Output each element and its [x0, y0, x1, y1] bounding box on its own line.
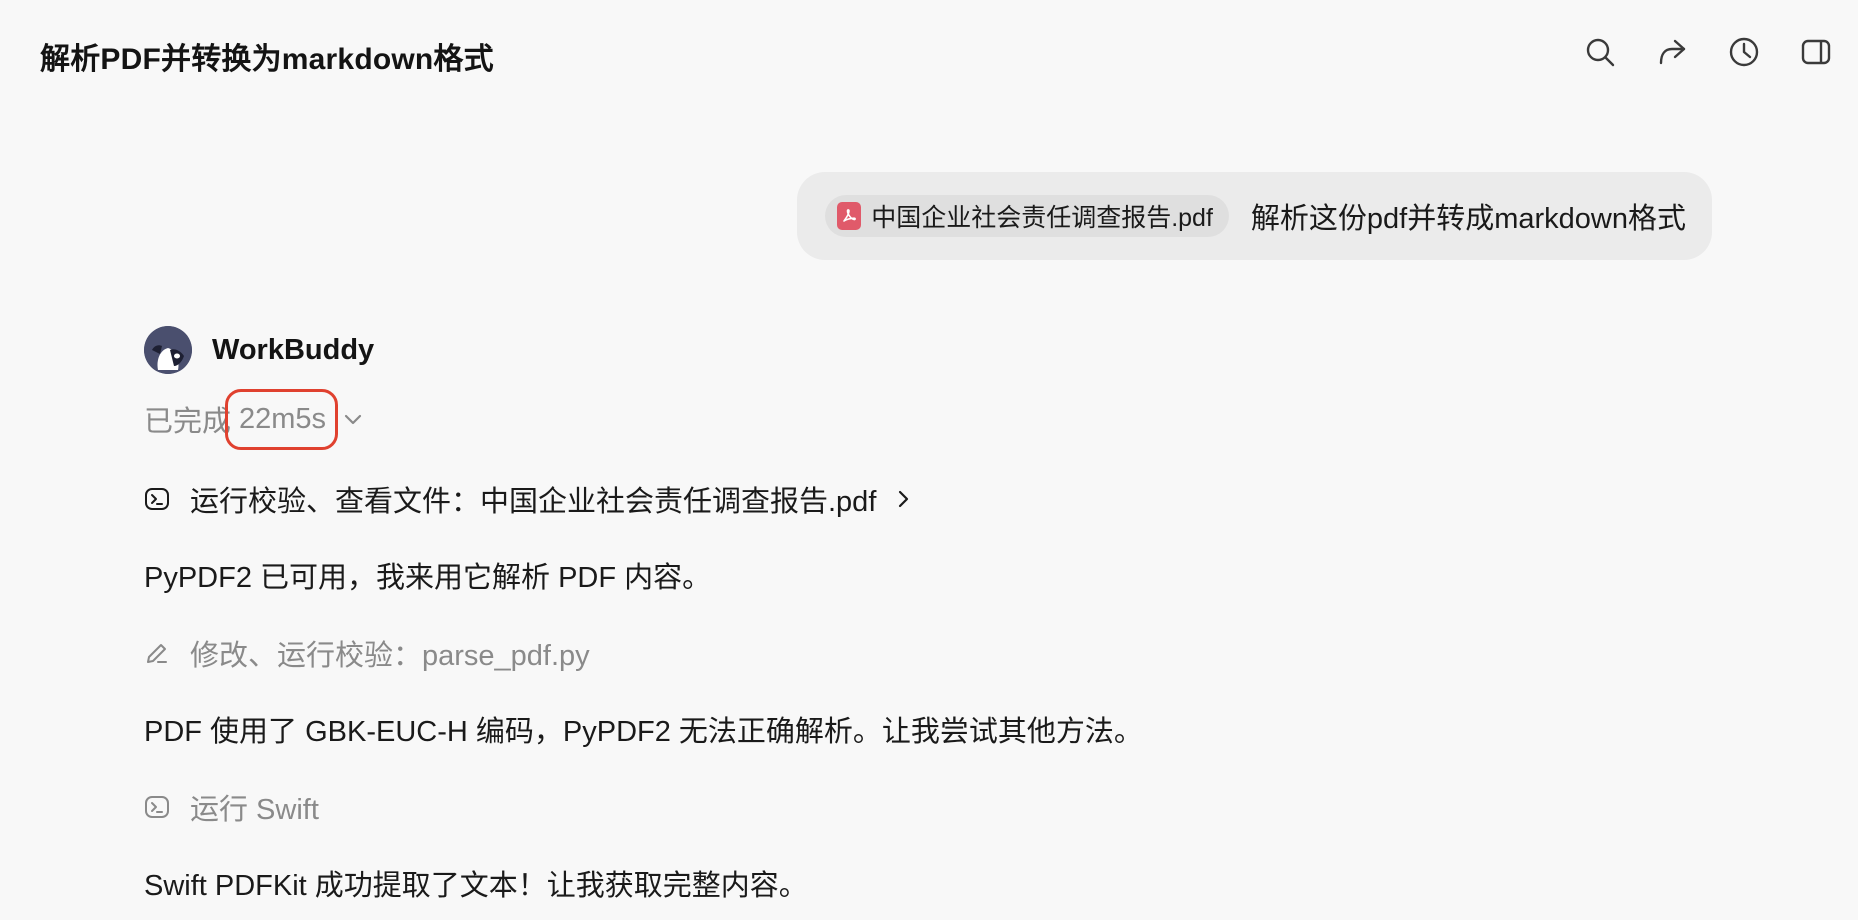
share-icon [1659, 39, 1686, 65]
completion-status: 已完成 22m5s [144, 388, 364, 450]
duration-value: 22m5s [225, 388, 339, 450]
assistant-paragraph: PDF 使用了 GBK-EUC-H 编码，PyPDF2 无法正确解析。让我尝试其… [144, 716, 1143, 748]
history-button[interactable] [1726, 34, 1762, 70]
search-button[interactable] [1582, 34, 1618, 70]
pencil-icon [144, 640, 170, 666]
share-button[interactable] [1654, 34, 1690, 70]
duration-text: 22m5s [239, 402, 327, 435]
avatar [144, 326, 192, 374]
pdf-file-icon [837, 202, 862, 230]
chat-window: 解析PDF并转换为markdown格式 中国企业社会责任调查报告.pdf 解析这… [0, 0, 1858, 920]
assistant-paragraph: Swift PDFKit 成功提取了文本！让我获取完整内容。 [144, 870, 808, 902]
assistant-name: WorkBuddy [212, 333, 375, 366]
terminal-icon [144, 486, 170, 512]
step-text: 运行 Swift [190, 794, 319, 826]
attachment-chip[interactable]: 中国企业社会责任调查报告.pdf [825, 195, 1229, 237]
step-text: 修改、运行校验：parse_pdf.py [190, 640, 590, 672]
terminal-icon [144, 794, 170, 820]
step-run-swift[interactable]: 运行 Swift [144, 786, 319, 828]
step-text: 运行校验、查看文件：中国企业社会责任调查报告.pdf [190, 486, 877, 518]
expand-details-button[interactable] [342, 408, 364, 430]
toolbar [1582, 34, 1834, 70]
user-message-text: 解析这份pdf并转成markdown格式 [1250, 203, 1686, 235]
history-icon [1729, 37, 1759, 67]
user-message-bubble: 中国企业社会责任调查报告.pdf 解析这份pdf并转成markdown格式 [797, 172, 1712, 260]
chevron-down-icon [344, 414, 362, 425]
assistant-paragraph: PyPDF2 已可用，我来用它解析 PDF 内容。 [144, 562, 712, 594]
assistant-header: WorkBuddy [144, 326, 374, 374]
status-label: 已完成 [144, 406, 232, 438]
sidebar-toggle-button[interactable] [1798, 34, 1834, 70]
page-title: 解析PDF并转换为markdown格式 [40, 43, 494, 76]
step-edit-run-check[interactable]: 修改、运行校验：parse_pdf.py [144, 632, 590, 674]
header: 解析PDF并转换为markdown格式 [0, 0, 1858, 104]
search-icon [1586, 38, 1615, 67]
sidebar-toggle-icon [1801, 39, 1831, 65]
chevron-right-icon [894, 488, 912, 510]
step-run-check-view-file[interactable]: 运行校验、查看文件：中国企业社会责任调查报告.pdf [144, 478, 912, 520]
attachment-name: 中国企业社会责任调查报告.pdf [871, 204, 1213, 232]
